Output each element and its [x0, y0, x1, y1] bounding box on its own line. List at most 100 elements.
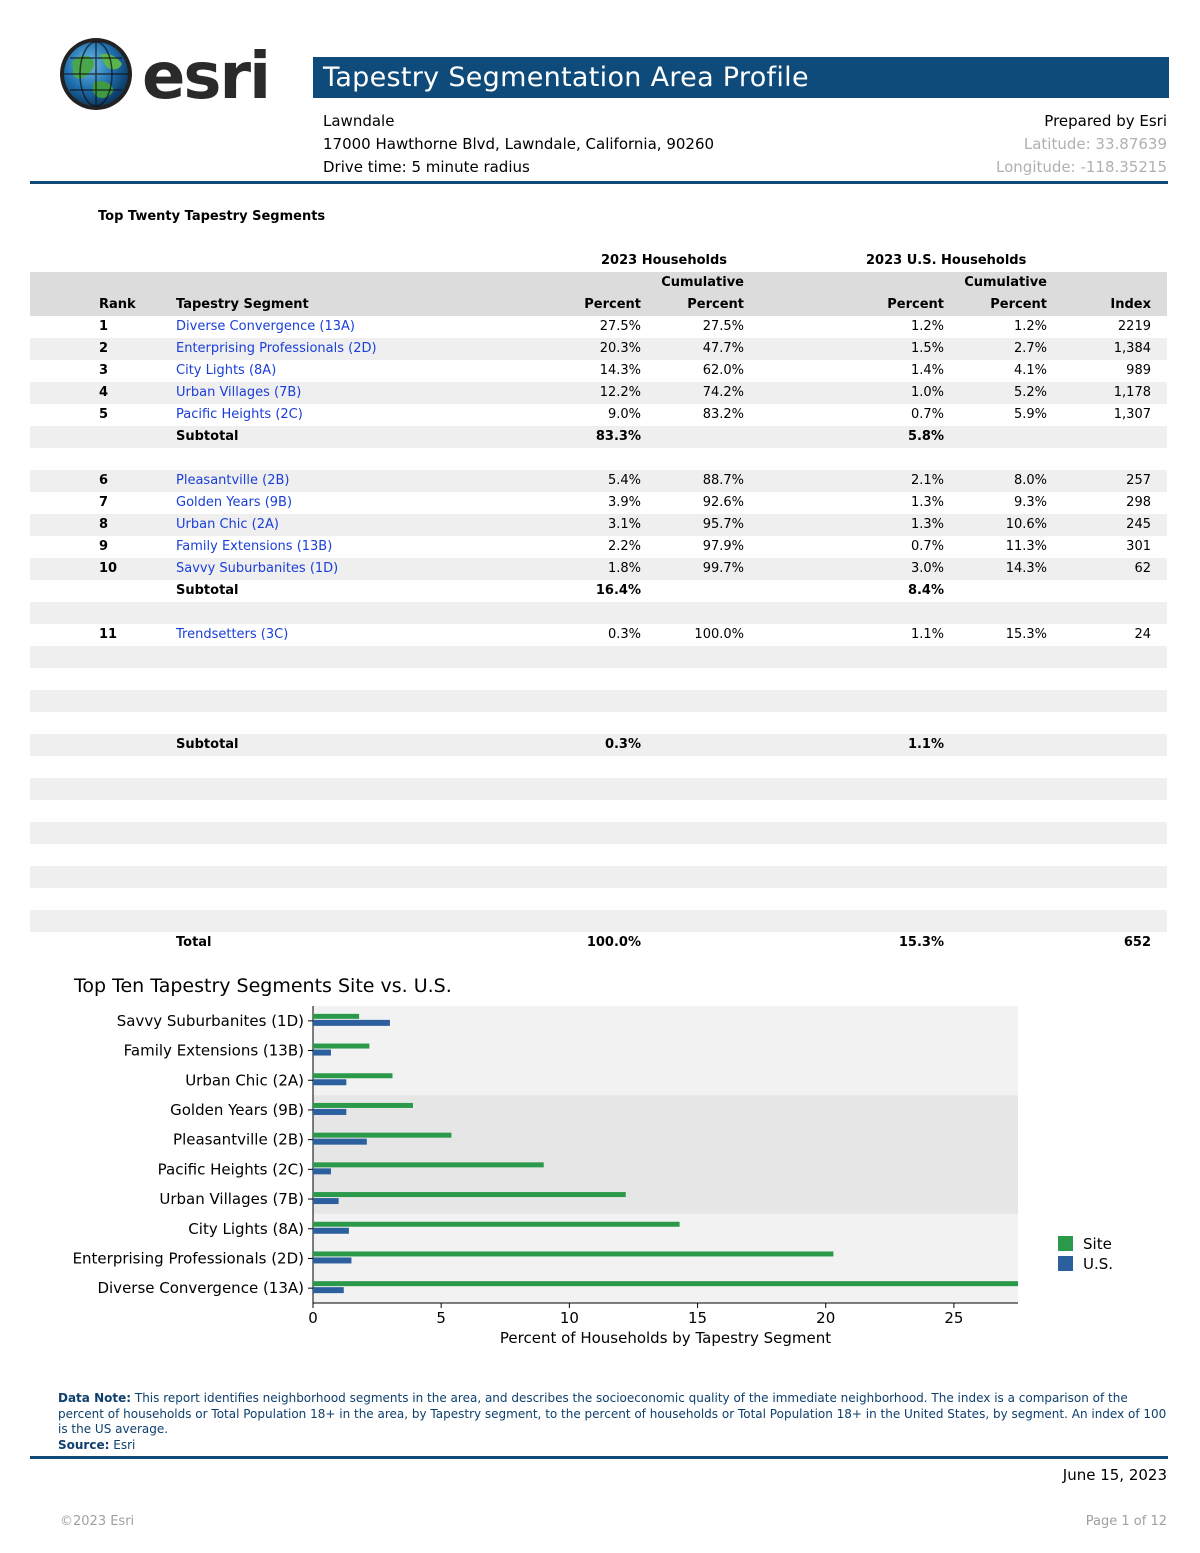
y-tick-label: Urban Villages (7B)	[159, 1190, 304, 1208]
table-row	[30, 844, 1167, 866]
logo-text: esri	[142, 40, 269, 114]
us-cum-percent-cell: 5.9%	[1013, 407, 1047, 422]
report-title: Tapestry Segmentation Area Profile	[323, 62, 809, 93]
source-label: Source:	[58, 1437, 110, 1452]
rank-cell: 4	[99, 385, 109, 400]
segment-header: Tapestry Segment	[176, 297, 309, 312]
rank-cell: 7	[99, 495, 109, 510]
percent-cell: 0.3%	[607, 627, 641, 642]
cum-percent-cell: 62.0%	[702, 363, 744, 378]
table-header-row-1: Cumulative Cumulative	[30, 272, 1167, 294]
us-percent-cell: 1.4%	[910, 363, 944, 378]
segment-link[interactable]: Urban Chic (2A)	[176, 514, 279, 536]
cum-percent-cell: 95.7%	[702, 517, 744, 532]
y-tick-label: Urban Chic (2A)	[185, 1071, 304, 1089]
segment-link[interactable]: Golden Years (9B)	[176, 492, 292, 514]
legend-label: Site	[1083, 1235, 1112, 1253]
y-tick-label: Enterprising Professionals (2D)	[73, 1249, 304, 1267]
section-title: Top Twenty Tapestry Segments	[98, 209, 326, 224]
bar-site	[313, 1192, 626, 1198]
segment-link[interactable]: Trendsetters (3C)	[176, 624, 288, 646]
total-label: Total	[176, 935, 212, 950]
us-cum-percent-cell: 4.1%	[1013, 363, 1047, 378]
percent-header: Percent	[584, 297, 641, 312]
esri-logo: esri	[60, 38, 271, 114]
us-percent-cell: 2.1%	[910, 473, 944, 488]
bar-us	[313, 1138, 367, 1145]
rank-cell: 11	[99, 627, 118, 642]
total-us-percent: 15.3%	[898, 935, 944, 950]
subtotal-us-percent: 5.8%	[907, 429, 944, 444]
cum-percent-cell: 92.6%	[702, 495, 744, 510]
table-row: 3 City Lights (8A) 14.3% 62.0% 1.4% 4.1% 989	[30, 360, 1167, 382]
segment-link[interactable]: Pleasantville (2B)	[176, 470, 289, 492]
table-row: 4 Urban Villages (7B) 12.2% 74.2% 1.0% 5.2% 1,…	[30, 382, 1167, 404]
table-row	[30, 822, 1167, 844]
segment-link[interactable]: City Lights (8A)	[176, 360, 276, 382]
segment-link[interactable]: Pacific Heights (2C)	[176, 404, 303, 426]
bar-site	[313, 1043, 370, 1049]
subtotal-percent: 83.3%	[595, 429, 641, 444]
percent-cell: 2.2%	[607, 539, 641, 554]
total-row: Total 100.0% 15.3% 652	[30, 932, 1167, 954]
subtotal-label: Subtotal	[176, 737, 239, 752]
table-row	[30, 712, 1167, 734]
us-cum-percent-cell: 15.3%	[1005, 627, 1047, 642]
bar-us	[313, 1287, 344, 1294]
index-cell: 62	[1134, 561, 1151, 576]
plot-band	[313, 1006, 1018, 1096]
table-row: 5 Pacific Heights (2C) 9.0% 83.2% 0.7% 5.9% 1,…	[30, 404, 1167, 426]
x-tick-label: 20	[816, 1309, 835, 1327]
us-cum-percent-cell: 5.2%	[1013, 385, 1047, 400]
longitude: Longitude: -118.35215	[996, 158, 1167, 176]
percent-cell: 14.3%	[599, 363, 641, 378]
us-percent-cell: 1.5%	[910, 341, 944, 356]
cum-percent-cell: 88.7%	[702, 473, 744, 488]
rank-cell: 6	[99, 473, 109, 488]
subtotal-label: Subtotal	[176, 583, 239, 598]
cum-percent-cell: 99.7%	[702, 561, 744, 576]
us-cum-percent-cell: 9.3%	[1013, 495, 1047, 510]
index-cell: 257	[1126, 473, 1151, 488]
rank-cell: 9	[99, 539, 109, 554]
total-index: 652	[1123, 935, 1151, 950]
us-cum-percent-cell: 1.2%	[1013, 319, 1047, 334]
bar-us	[313, 1168, 331, 1175]
footer-rule	[30, 1456, 1168, 1459]
rank-cell: 5	[99, 407, 109, 422]
y-tick-label: City Lights (8A)	[188, 1220, 304, 1238]
percent-cell: 3.9%	[607, 495, 641, 510]
bar-us	[313, 1257, 352, 1264]
us-percent-cell: 1.1%	[910, 627, 944, 642]
subtotal-row: Subtotal 0.3% 1.1%	[30, 734, 1167, 756]
chart-title: Top Ten Tapestry Segments Site vs. U.S.	[74, 975, 452, 997]
table-row	[30, 690, 1167, 712]
bar-site	[313, 1102, 413, 1108]
cum-percent-cell: 74.2%	[702, 385, 744, 400]
cum-percent-cell: 100.0%	[694, 627, 744, 642]
x-tick-label: 25	[944, 1309, 963, 1327]
table-row: 8 Urban Chic (2A) 3.1% 95.7% 1.3% 10.6% 245	[30, 514, 1167, 536]
bar-site	[313, 1251, 834, 1257]
subtotal-percent: 0.3%	[604, 737, 641, 752]
percent-cell: 12.2%	[599, 385, 641, 400]
table-row: 11 Trendsetters (3C) 0.3% 100.0% 1.1% 15.3% 24	[30, 624, 1167, 646]
table-group-header-row: 2023 Households 2023 U.S. Households	[30, 250, 1167, 272]
segment-link[interactable]: Family Extensions (13B)	[176, 536, 332, 558]
segment-link[interactable]: Savvy Suburbanites (1D)	[176, 558, 338, 580]
table-row	[30, 866, 1167, 888]
index-cell: 1,178	[1113, 385, 1151, 400]
percent-cell: 27.5%	[599, 319, 641, 334]
bar-us	[313, 1108, 347, 1115]
us-percent-cell: 1.0%	[910, 385, 944, 400]
segment-link[interactable]: Enterprising Professionals (2D)	[176, 338, 377, 360]
legend-swatch	[1058, 1256, 1073, 1271]
subtotal-us-percent: 1.1%	[907, 737, 944, 752]
index-cell: 1,384	[1113, 341, 1151, 356]
table-row	[30, 668, 1167, 690]
y-tick-label: Diverse Convergence (13A)	[97, 1279, 304, 1297]
segment-link[interactable]: Diverse Convergence (13A)	[176, 316, 355, 338]
index-cell: 245	[1126, 517, 1151, 532]
y-tick-label: Pacific Heights (2C)	[158, 1160, 304, 1178]
segment-link[interactable]: Urban Villages (7B)	[176, 382, 301, 404]
